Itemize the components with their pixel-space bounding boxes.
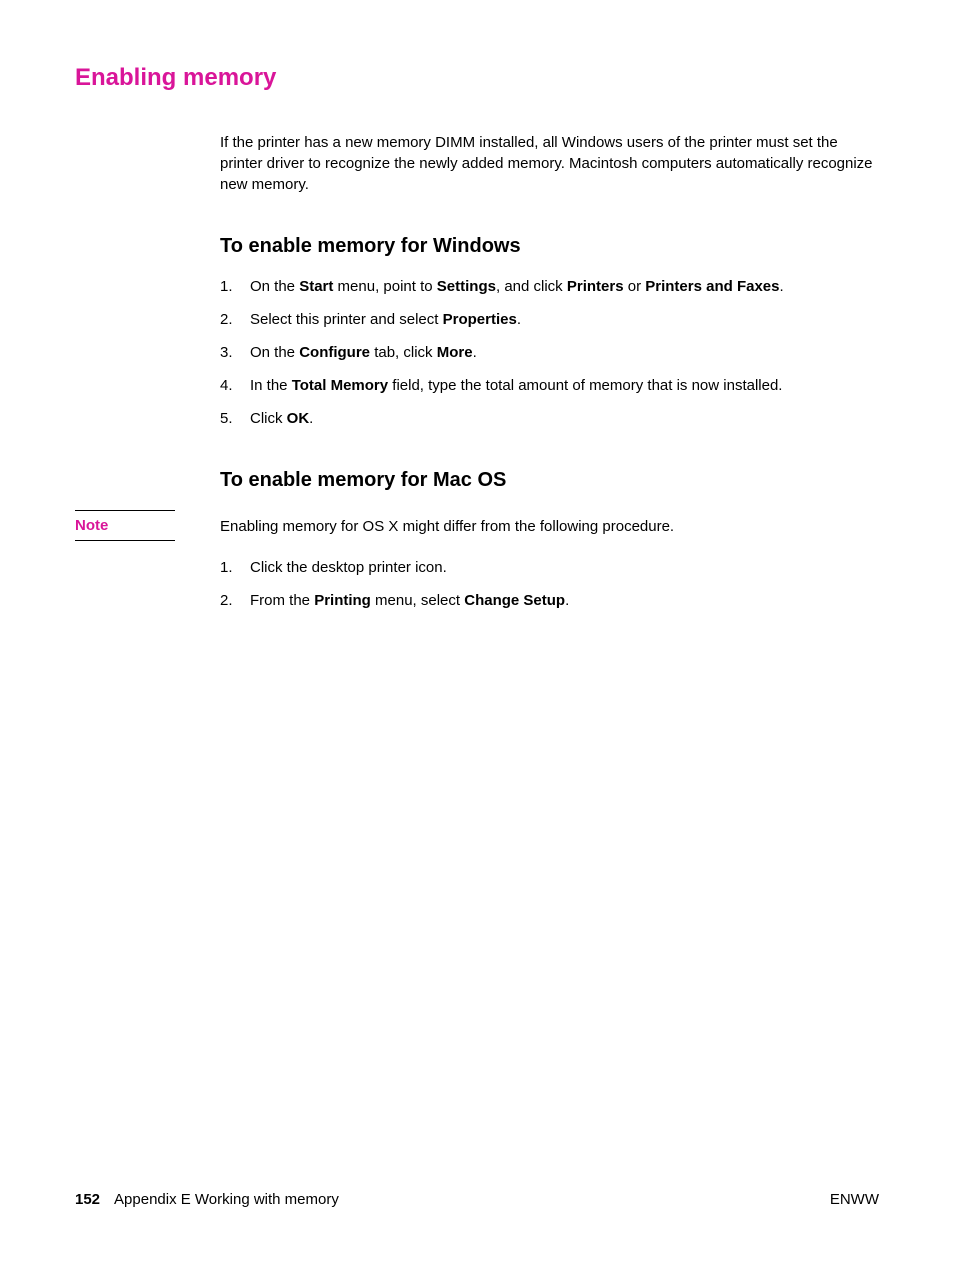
list-item: On the Configure tab, click More. (220, 342, 879, 363)
appendix-label: Appendix E Working with memory (114, 1191, 339, 1208)
mac-steps: Click the desktop printer icon. From the… (220, 557, 879, 611)
list-item: From the Printing menu, select Change Se… (220, 590, 879, 611)
page-footer: 152 Appendix E Working with memory ENWW (75, 1191, 879, 1208)
note-text: Enabling memory for OS X might differ fr… (220, 510, 674, 537)
list-item: In the Total Memory field, type the tota… (220, 375, 879, 396)
page-number: 152 (75, 1191, 100, 1208)
page-heading: Enabling memory (75, 64, 879, 92)
windows-heading: To enable memory for Windows (220, 235, 879, 258)
footer-right: ENWW (830, 1191, 879, 1208)
intro-paragraph: If the printer has a new memory DIMM ins… (220, 132, 879, 195)
list-item: Click OK. (220, 408, 879, 429)
list-item: Click the desktop printer icon. (220, 557, 879, 578)
list-item: On the Start menu, point to Settings, an… (220, 276, 879, 297)
note-label: Note (75, 510, 175, 541)
windows-steps: On the Start menu, point to Settings, an… (220, 276, 879, 429)
mac-heading: To enable memory for Mac OS (220, 469, 879, 492)
list-item: Select this printer and select Propertie… (220, 309, 879, 330)
